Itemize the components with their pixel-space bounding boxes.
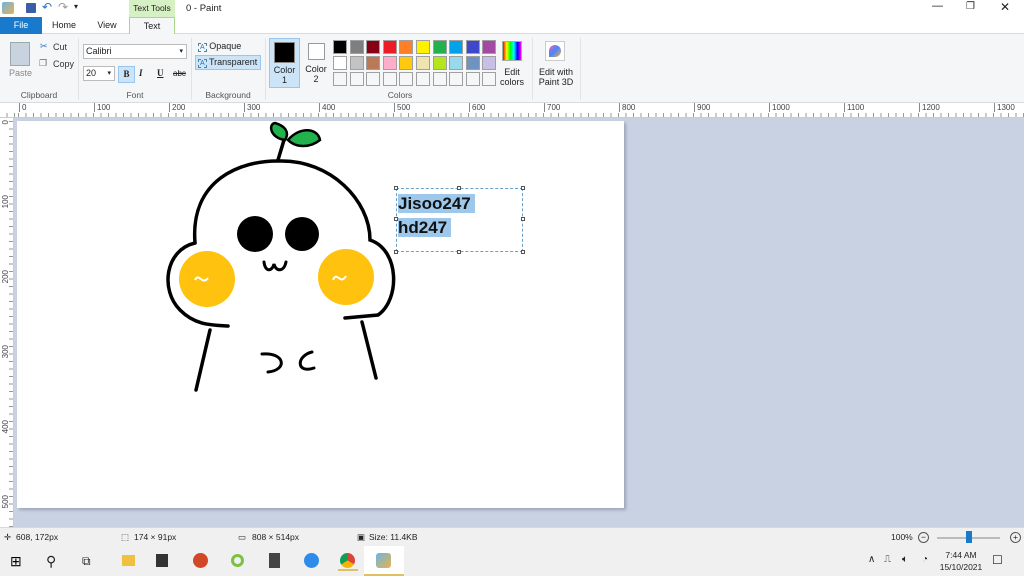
volume-icon[interactable]: 🔈︎ xyxy=(902,554,908,565)
app-icon[interactable] xyxy=(231,554,244,567)
right-eye xyxy=(285,217,319,251)
hand-left xyxy=(260,352,283,374)
right-arm xyxy=(360,320,378,380)
network-icon[interactable]: ⎍ xyxy=(884,554,891,565)
notifications-icon[interactable]: ☐ xyxy=(992,553,1003,567)
left-arm xyxy=(194,328,212,392)
resize-handle[interactable] xyxy=(394,186,398,190)
left-eye xyxy=(237,216,273,252)
zoom-out-button[interactable]: − xyxy=(918,532,929,543)
canvas-size: 808 × 514px xyxy=(252,532,300,542)
disk-icon: ▣ xyxy=(357,532,366,542)
stem xyxy=(276,138,286,162)
resize-handle[interactable] xyxy=(521,250,525,254)
leaf-right xyxy=(286,129,322,148)
mouth xyxy=(262,260,288,272)
wifi-icon[interactable]: ◔ xyxy=(922,554,928,565)
status-bar: ✛ 608, 172px ⬚ 174 × 91px ▭ 808 × 514px … xyxy=(0,527,1024,546)
date: 15/10/2021 xyxy=(939,562,983,572)
text-line-1[interactable]: Jisoo247 xyxy=(398,194,475,213)
text-box[interactable]: Jisoo247 hd247 xyxy=(394,186,525,254)
powerpoint-icon[interactable] xyxy=(193,553,208,568)
file-explorer-icon[interactable] xyxy=(122,555,135,566)
time: 7:44 AM xyxy=(945,550,977,560)
canvas-size-icon: ▭ xyxy=(238,532,247,542)
resize-handle[interactable] xyxy=(521,217,525,221)
start-icon[interactable]: ⊞ xyxy=(10,551,30,571)
leaf-left xyxy=(269,121,289,142)
hand-right xyxy=(298,350,316,371)
resize-handle[interactable] xyxy=(457,186,461,190)
paint-taskbar-button[interactable] xyxy=(364,546,404,576)
file-size: Size: 11.4KB xyxy=(369,532,418,542)
drawing xyxy=(166,121,396,392)
cursor-icon: ✛ xyxy=(4,532,12,542)
search-icon[interactable]: ⚲ xyxy=(46,551,66,571)
store-icon[interactable] xyxy=(156,554,168,567)
cursor-position: 608, 172px xyxy=(16,532,59,542)
resize-handle[interactable] xyxy=(521,186,525,190)
selection-icon: ⬚ xyxy=(121,532,130,542)
text-line-2[interactable]: hd247 xyxy=(398,218,452,237)
zoom-app-icon[interactable] xyxy=(304,553,319,568)
zoom-level: 100% xyxy=(891,532,913,542)
resize-handle[interactable] xyxy=(394,250,398,254)
calculator-icon[interactable] xyxy=(269,553,280,568)
selection-size: 174 × 91px xyxy=(134,532,177,542)
show-hidden-icons[interactable]: ∧ xyxy=(868,554,875,565)
resize-handle[interactable] xyxy=(457,250,461,254)
paint-icon xyxy=(376,553,391,568)
zoom-in-button[interactable]: + xyxy=(1010,532,1021,543)
clock[interactable]: 7:44 AM 15/10/2021 xyxy=(936,549,986,573)
task-view-icon[interactable]: ⧉ xyxy=(82,551,102,571)
resize-handle[interactable] xyxy=(394,217,398,221)
zoom-slider-thumb[interactable] xyxy=(966,531,972,543)
taskbar: ⊞ ⚲ ⧉ ∧ ⎍ 🔈︎ ◔ 7:44 AM 15/10/2021 ☐ xyxy=(0,546,1024,576)
chrome-icon[interactable] xyxy=(340,553,355,568)
